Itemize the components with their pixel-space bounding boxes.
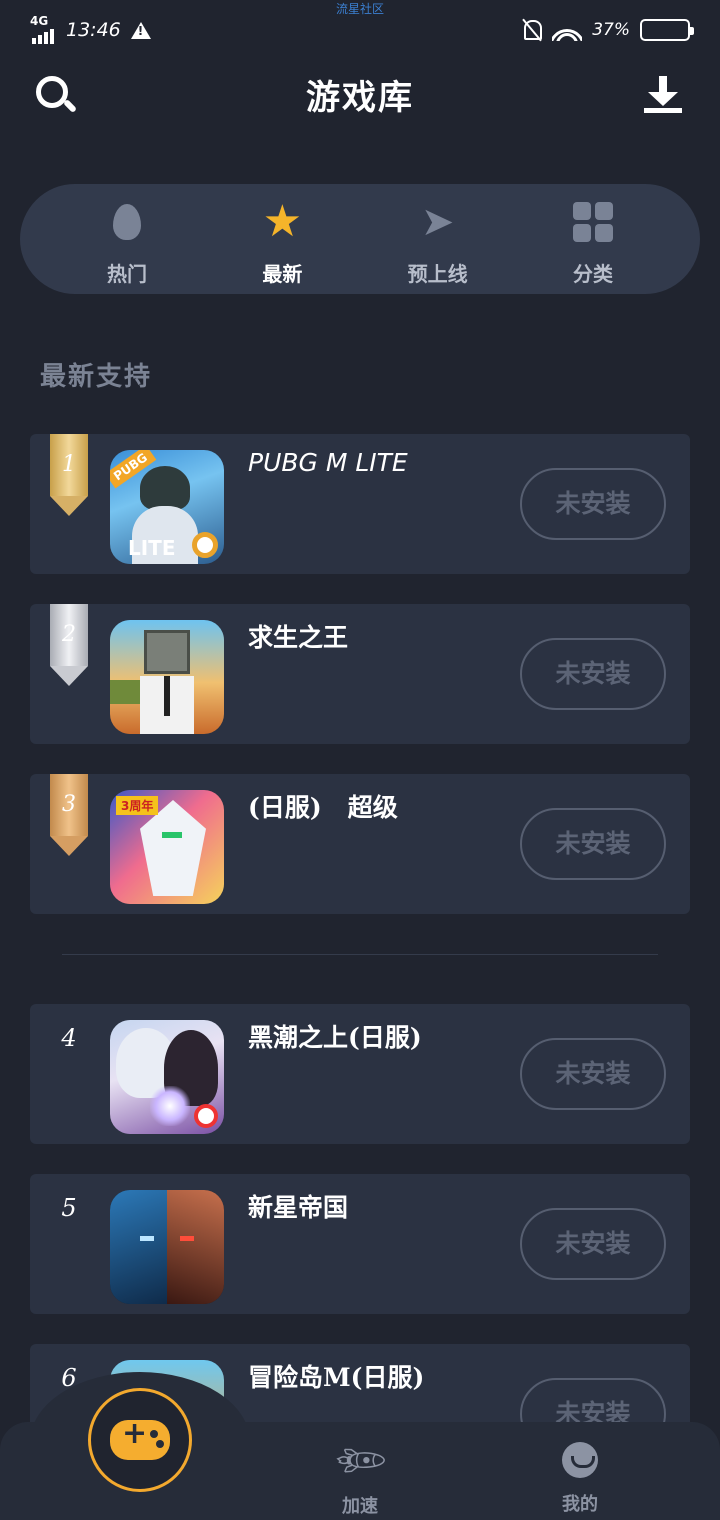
flame-icon xyxy=(105,200,149,244)
rank-ribbon: 3 xyxy=(50,774,88,856)
wifi-icon xyxy=(552,19,583,41)
header: 游戏库 xyxy=(0,62,720,126)
game-icon[interactable]: PUBG LITE xyxy=(110,450,224,564)
game-icon[interactable]: 3周年 xyxy=(110,790,224,904)
game-name: PUBG M LITE xyxy=(248,448,408,477)
tab-category[interactable]: 分类 xyxy=(538,184,648,294)
rank-number: 3 xyxy=(62,792,76,817)
game-name: 求生之王 xyxy=(248,623,349,652)
rank-ribbon: 1 xyxy=(50,434,88,516)
install-button[interactable]: 未安装 xyxy=(520,468,666,540)
install-button[interactable]: 未安装 xyxy=(520,808,666,880)
rank-number: 5 xyxy=(61,1194,77,1222)
warning-icon xyxy=(130,21,151,39)
tab-label: 热门 xyxy=(107,262,147,286)
status-bar: 4G 13:46 流星社区 37% xyxy=(0,0,720,62)
rank-ribbon: 2 xyxy=(50,604,88,686)
game-icon[interactable] xyxy=(110,1190,224,1304)
tab-label: 最新 xyxy=(262,262,303,286)
game-name: (日服) 超级 xyxy=(248,793,398,822)
category-tabs: 热门 ★ 最新 ➤ 预上线 分类 xyxy=(20,184,700,294)
game-card[interactable]: 5 新星帝国 未安装 xyxy=(30,1174,690,1314)
gamepad-icon xyxy=(110,1416,170,1460)
grid-icon xyxy=(571,200,615,244)
section-title: 最新支持 xyxy=(40,362,153,392)
game-card[interactable]: 4 黑潮之上(日服) 未安装 xyxy=(30,1004,690,1144)
page-title: 游戏库 xyxy=(306,78,414,118)
game-icon[interactable] xyxy=(110,1020,224,1134)
nav-label: 加速 xyxy=(342,1496,378,1517)
install-button[interactable]: 未安装 xyxy=(520,1208,666,1280)
game-name: 冒险岛M(日服) xyxy=(248,1363,425,1392)
game-card[interactable]: 3 3周年 (日服) 超级 未安装 xyxy=(30,774,690,914)
game-icon[interactable] xyxy=(110,620,224,734)
game-name: 黑潮之上(日服) xyxy=(248,1023,422,1052)
nav-games-button[interactable] xyxy=(88,1388,192,1492)
status-time: 13:46 xyxy=(66,19,121,41)
battery-icon xyxy=(640,19,694,41)
paper-plane-icon: ➤ xyxy=(420,199,455,245)
download-button[interactable] xyxy=(644,76,682,114)
status-right: 37% xyxy=(522,18,694,42)
thumb-badge: 3周年 xyxy=(116,796,159,815)
nav-profile[interactable]: 我的 xyxy=(530,1440,630,1516)
nav-accelerate[interactable]: 🚀︎ 加速 xyxy=(310,1427,410,1518)
nav-label: 我的 xyxy=(562,1494,598,1515)
bell-off-icon xyxy=(522,18,543,42)
status-center-text: 流星社区 xyxy=(335,2,384,16)
status-left: 4G 13:46 xyxy=(30,14,151,44)
rank-number: 2 xyxy=(62,622,76,647)
battery-percent: 37% xyxy=(592,20,630,40)
tab-label: 分类 xyxy=(572,262,613,286)
game-card[interactable]: 1 PUBG LITE PUBG M LITE 未安装 xyxy=(30,434,690,574)
star-icon: ★ xyxy=(262,196,303,247)
divider xyxy=(62,954,658,955)
tab-label: 预上线 xyxy=(407,262,468,286)
game-name: 新星帝国 xyxy=(248,1193,349,1222)
game-card[interactable]: 2 求生之王 未安装 xyxy=(30,604,690,744)
thumb-lite: LITE xyxy=(128,536,176,560)
rank-number: 4 xyxy=(61,1024,77,1052)
tab-hot[interactable]: 热门 xyxy=(72,184,182,294)
smile-icon xyxy=(562,1442,598,1478)
tab-newest[interactable]: ★ 最新 xyxy=(227,184,337,294)
install-button[interactable]: 未安装 xyxy=(520,638,666,710)
install-button[interactable]: 未安装 xyxy=(520,1038,666,1110)
signal-icon: 4G xyxy=(30,14,60,44)
tab-upcoming[interactable]: ➤ 预上线 xyxy=(383,184,493,294)
rank-number: 1 xyxy=(62,452,76,477)
